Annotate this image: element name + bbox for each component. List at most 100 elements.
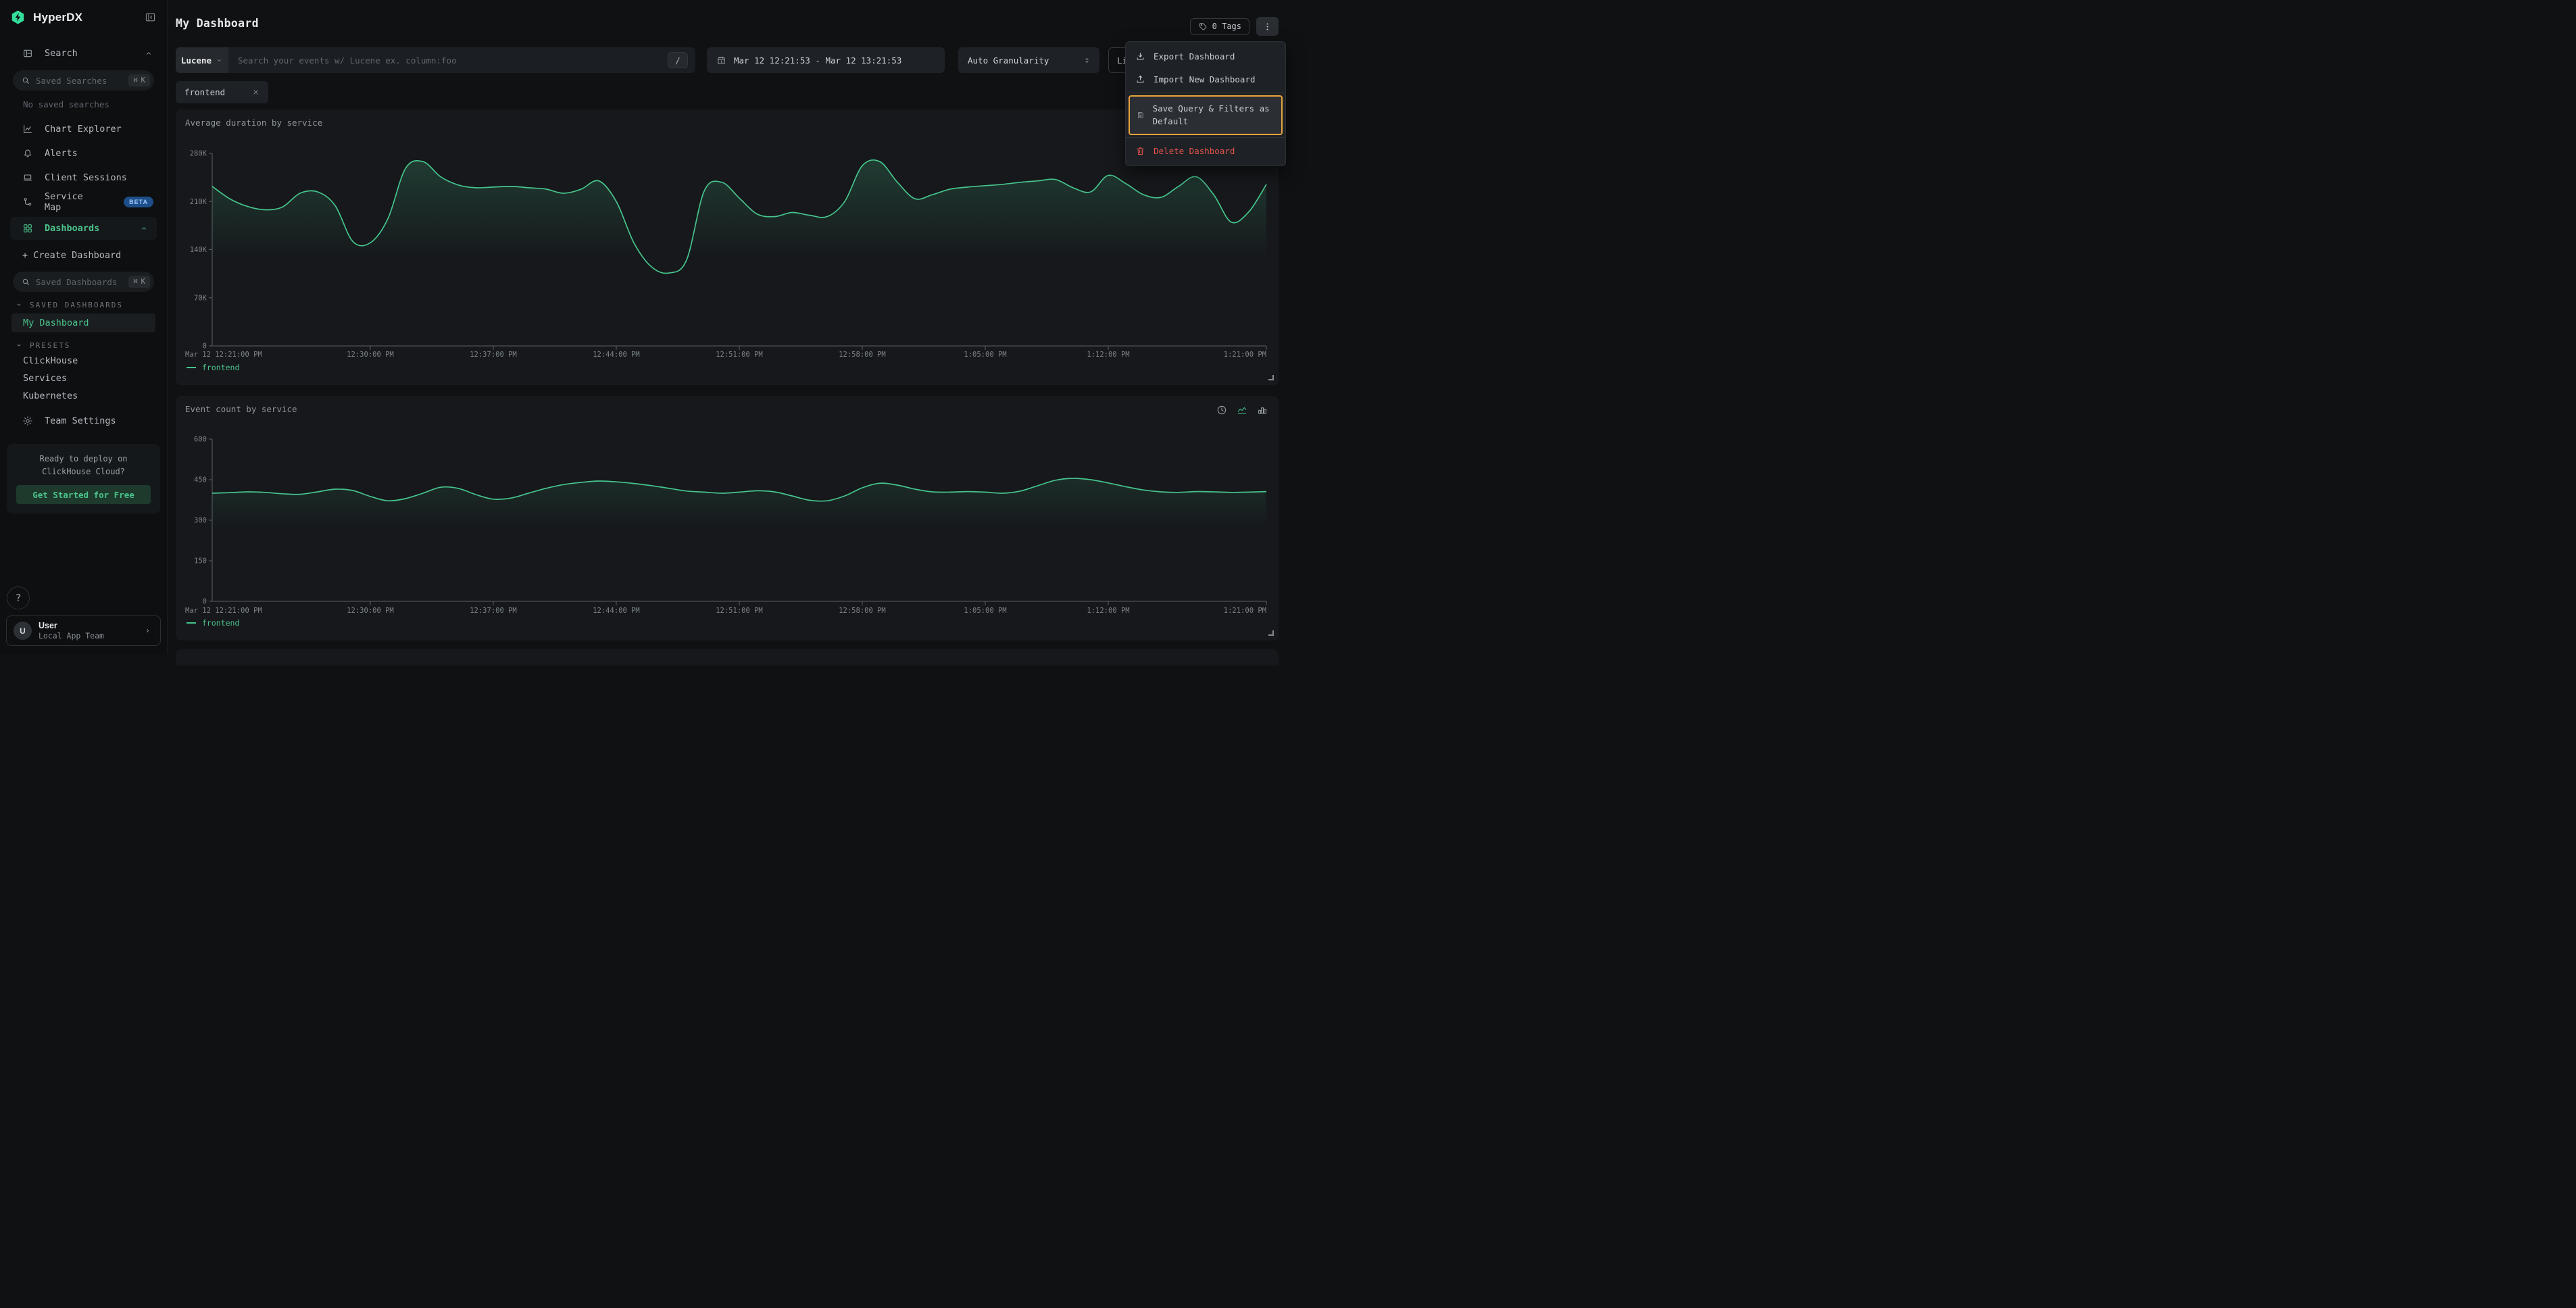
section-label: SAVED DASHBOARDS (30, 301, 123, 309)
query-language-value: Lucene (181, 55, 212, 66)
sidebar-item-clickhouse[interactable]: ClickHouse (0, 352, 167, 370)
hyperdx-logo-icon (10, 9, 26, 25)
chart-title: Average duration by service (185, 118, 1269, 128)
chevron-up-icon (139, 224, 149, 233)
filter-chip-label: frontend (184, 87, 225, 97)
close-icon[interactable] (252, 89, 259, 96)
granularity-value: Auto Granularity (968, 55, 1049, 66)
bell-icon (22, 148, 33, 159)
shortcut-badge: ⌘K (128, 74, 150, 86)
menu-item-export-dashboard[interactable]: Export Dashboard (1126, 45, 1285, 68)
sidebar-item-client-sessions[interactable]: Client Sessions (0, 166, 167, 190)
legend-swatch (187, 622, 196, 624)
saved-dashboards-input[interactable] (36, 277, 123, 287)
user-name: User (39, 621, 104, 630)
svg-text:600: 600 (194, 436, 207, 444)
svg-text:0: 0 (203, 343, 207, 351)
svg-text:150: 150 (194, 557, 207, 565)
svg-text:12:30:00 PM: 12:30:00 PM (347, 607, 394, 615)
calendar-icon (716, 55, 726, 66)
resize-grip[interactable] (1268, 375, 1274, 380)
resize-grip[interactable] (1268, 630, 1274, 636)
clickhouse-cloud-promo: Ready to deploy on ClickHouse Cloud? Get… (7, 444, 160, 513)
sidebar-item-alerts[interactable]: Alerts (0, 141, 167, 166)
tag-icon (1198, 22, 1208, 31)
sidebar-item-label: Search (45, 48, 78, 59)
laptop-icon (22, 172, 33, 183)
saved-searches-input[interactable] (36, 76, 123, 86)
up-down-chevrons-icon (1083, 56, 1091, 65)
legend-label: frontend (202, 363, 239, 372)
bar-chart-icon[interactable] (1257, 405, 1268, 416)
sidebar-item-service-map[interactable]: Service Map BETA (0, 190, 167, 214)
chart-legend: frontend (185, 363, 1269, 372)
line-chart-icon[interactable] (1237, 405, 1247, 416)
svg-text:12:58:00 PM: 12:58:00 PM (839, 607, 886, 615)
menu-item-import-dashboard[interactable]: Import New Dashboard (1126, 68, 1285, 91)
section-saved-dashboards[interactable]: SAVED DASHBOARDS (0, 298, 167, 311)
get-started-button[interactable]: Get Started for Free (16, 485, 151, 504)
help-button[interactable]: ? (7, 586, 30, 609)
line-chart-avg-duration[interactable]: 070K140K210K280KMar 12 12:21:00 PM12:30:… (185, 133, 1268, 361)
chevron-right-icon (143, 626, 152, 635)
svg-text:280K: 280K (190, 150, 207, 158)
kebab-icon (1262, 22, 1272, 32)
chevron-down-icon (216, 57, 223, 64)
menu-item-delete-dashboard[interactable]: Delete Dashboard (1126, 140, 1285, 163)
sidebar-item-my-dashboard[interactable]: My Dashboard (11, 313, 155, 332)
avatar: U (14, 622, 32, 640)
search-input[interactable] (228, 47, 668, 73)
sidebar-item-services[interactable]: Services (0, 370, 167, 387)
time-window-icon[interactable] (1216, 405, 1227, 416)
query-language-select[interactable]: Lucene (176, 47, 228, 73)
time-range-picker[interactable]: Mar 12 12:21:53 - Mar 12 13:21:53 (707, 47, 945, 73)
line-chart-event-count[interactable]: 0150300450600Mar 12 12:21:00 PM12:30:00 … (185, 420, 1268, 617)
legend-swatch (187, 367, 196, 368)
chevron-down-icon (15, 301, 23, 309)
sidebar-item-kubernetes[interactable]: Kubernetes (0, 387, 167, 405)
svg-text:300: 300 (194, 517, 207, 525)
filter-chip-frontend[interactable]: frontend (176, 81, 268, 103)
brand-name: HyperDX (33, 11, 82, 24)
svg-text:210K: 210K (190, 198, 207, 206)
user-menu[interactable]: U User Local App Team (6, 615, 161, 646)
svg-text:70K: 70K (194, 294, 207, 302)
svg-text:1:05:00 PM: 1:05:00 PM (964, 607, 1006, 615)
chart-legend: frontend (185, 618, 1269, 628)
granularity-select[interactable]: Auto Granularity (958, 47, 1099, 73)
table-icon (22, 48, 33, 59)
svg-text:1:05:00 PM: 1:05:00 PM (964, 351, 1006, 359)
sidebar-collapse-icon[interactable] (145, 11, 156, 23)
sidebar-item-team-settings[interactable]: Team Settings (0, 409, 167, 433)
sidebar-item-search[interactable]: Search (0, 41, 167, 66)
sidebar-item-label: Dashboards (45, 223, 99, 234)
svg-text:12:58:00 PM: 12:58:00 PM (839, 351, 886, 359)
menu-item-label: Delete Dashboard (1154, 146, 1235, 156)
chart-type-toolbar (1216, 405, 1268, 416)
chevron-up-icon (144, 49, 153, 58)
dashboard-menu-button[interactable] (1256, 17, 1279, 36)
chart-panel-avg-duration: Average duration by service 070K140K210K… (176, 109, 1279, 385)
sidebar-item-dashboards[interactable]: Dashboards (10, 217, 157, 240)
page-title: My Dashboard (176, 17, 259, 30)
no-saved-searches-note: No saved searches (0, 99, 167, 109)
beta-badge: BETA (124, 197, 153, 207)
svg-text:1:12:00 PM: 1:12:00 PM (1087, 607, 1129, 615)
saved-searches-input-wrap: ⌘K (13, 70, 154, 91)
saved-dashboards-input-wrap: ⌘K (13, 272, 154, 292)
create-dashboard-button[interactable]: + Create Dashboard (0, 244, 167, 267)
svg-text:1:12:00 PM: 1:12:00 PM (1087, 351, 1129, 359)
section-presets[interactable]: PRESETS (0, 338, 167, 352)
tags-button[interactable]: 0 Tags (1190, 18, 1249, 35)
chart-explorer-icon (22, 124, 33, 134)
search-icon (21, 76, 30, 85)
menu-item-save-query-default[interactable]: Save Query & Filters as Default (1129, 95, 1283, 135)
service-map-icon (22, 197, 33, 207)
sidebar-item-label: Team Settings (45, 416, 116, 426)
chevron-down-icon (15, 341, 23, 349)
sidebar-item-chart-explorer[interactable]: Chart Explorer (0, 117, 167, 141)
svg-text:12:51:00 PM: 12:51:00 PM (716, 607, 763, 615)
svg-text:Mar 12 12:21:00 PM: Mar 12 12:21:00 PM (185, 607, 262, 615)
svg-text:12:44:00 PM: 12:44:00 PM (593, 607, 640, 615)
svg-text:12:30:00 PM: 12:30:00 PM (347, 351, 394, 359)
